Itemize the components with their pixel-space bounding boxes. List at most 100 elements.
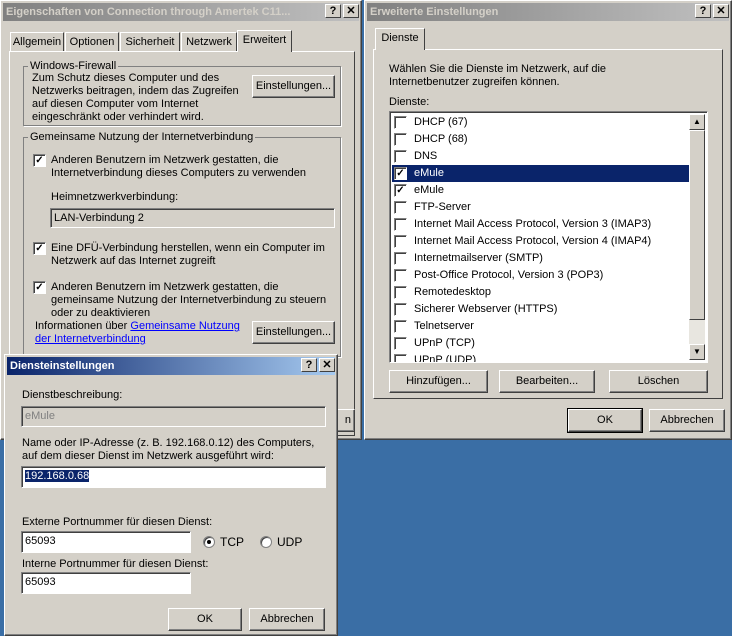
service-checkbox[interactable]: [394, 354, 407, 362]
list-item[interactable]: UPnP (UDP): [392, 352, 689, 363]
host-value: 192.168.0.68: [25, 470, 90, 482]
service-label: DHCP (67): [414, 116, 468, 128]
ics-control-label: Anderen Benutzern im Netzwerk gestatten,…: [51, 281, 327, 319]
service-label: Internet Mail Access Protocol, Version 3…: [414, 218, 652, 230]
host-field[interactable]: 192.168.0.68: [21, 466, 326, 488]
service-label: FTP-Server: [414, 201, 471, 213]
service-checkbox[interactable]: ✓: [394, 184, 407, 197]
list-item[interactable]: DHCP (67): [392, 114, 689, 131]
close-icon[interactable]: ✕: [343, 4, 359, 18]
advanced-cancel-button[interactable]: Abbrechen: [649, 409, 725, 432]
udp-label: UDP: [277, 535, 303, 549]
list-item[interactable]: ✓ eMule: [392, 165, 689, 182]
ics-allow-checkbox[interactable]: ✓: [33, 154, 46, 167]
service-checkbox[interactable]: [394, 235, 407, 248]
scroll-down-icon[interactable]: ▼: [689, 344, 705, 360]
tab-advanced[interactable]: Erweitert: [237, 30, 292, 52]
service-checkbox[interactable]: [394, 320, 407, 333]
list-item[interactable]: Telnetserver: [392, 318, 689, 335]
list-item[interactable]: Internet Mail Access Protocol, Version 3…: [392, 216, 689, 233]
service-label: Telnetserver: [414, 320, 474, 332]
advanced-settings-window: Erweiterte Einstellungen ? ✕ Dienste Wäh…: [364, 0, 732, 440]
ext-port-label: Externe Portnummer für diesen Dienst:: [22, 516, 213, 528]
service-checkbox[interactable]: [394, 269, 407, 282]
services-intro: Wählen Sie die Dienste im Netzwerk, auf …: [389, 63, 607, 88]
service-checkbox[interactable]: [394, 303, 407, 316]
edit-service-button[interactable]: Bearbeiten...: [499, 370, 595, 393]
list-item[interactable]: Post-Office Protocol, Version 3 (POP3): [392, 267, 689, 284]
help-icon[interactable]: ?: [301, 358, 317, 372]
dialup-label: Eine DFÜ-Verbindung herstellen, wenn ein…: [51, 242, 325, 267]
udp-radio[interactable]: [260, 536, 272, 548]
home-network-label: Heimnetzwerkverbindung:: [51, 191, 179, 203]
service-desc-field[interactable]: eMule: [21, 406, 326, 427]
properties-title: Eigenschaften von Connection through Ame…: [6, 6, 291, 18]
service-label: UPnP (TCP): [414, 337, 475, 349]
service-desc-label: Dienstbeschreibung:: [22, 389, 123, 401]
firewall-group-label: Windows-Firewall: [28, 60, 119, 72]
tcp-radio[interactable]: [203, 536, 215, 548]
service-checkbox[interactable]: [394, 252, 407, 265]
list-item[interactable]: DNS: [392, 148, 689, 165]
tab-security[interactable]: Sicherheit: [120, 32, 180, 51]
close-icon[interactable]: ✕: [319, 358, 335, 372]
service-label: Post-Office Protocol, Version 3 (POP3): [414, 269, 604, 281]
ics-allow-label: Anderen Benutzern im Netzwerk gestatten,…: [51, 154, 306, 179]
list-item[interactable]: Internetmailserver (SMTP): [392, 250, 689, 267]
help-icon[interactable]: ?: [325, 4, 341, 18]
service-checkbox[interactable]: [394, 133, 407, 146]
add-service-button[interactable]: Hinzufügen...: [389, 370, 488, 393]
tcp-label: TCP: [220, 535, 244, 549]
advanced-titlebar[interactable]: Erweiterte Einstellungen: [367, 3, 729, 21]
list-item[interactable]: UPnP (TCP): [392, 335, 689, 352]
scroll-thumb[interactable]: [689, 130, 705, 320]
services-scrollbar[interactable]: ▲ ▼: [689, 114, 705, 360]
delete-service-button[interactable]: Löschen: [609, 370, 708, 393]
ext-port-field[interactable]: 65093: [21, 531, 191, 553]
service-label: DNS: [414, 150, 438, 162]
service-ok-button[interactable]: OK: [168, 608, 242, 631]
list-item[interactable]: ✓ eMule: [392, 182, 689, 199]
ics-control-checkbox[interactable]: ✓: [33, 281, 46, 294]
service-label: Internet Mail Access Protocol, Version 4…: [414, 235, 652, 247]
service-checkbox[interactable]: [394, 201, 407, 214]
int-port-label: Interne Portnummer für diesen Dienst:: [22, 558, 209, 570]
service-cancel-button[interactable]: Abbrechen: [249, 608, 325, 631]
services-list[interactable]: DHCP (67) DHCP (68) DNS ✓ eMule ✓ eMule FTP-Ser…: [389, 111, 708, 363]
help-icon[interactable]: ?: [695, 4, 711, 18]
close-icon[interactable]: ✕: [713, 4, 729, 18]
service-checkbox[interactable]: [394, 286, 407, 299]
service-checkbox[interactable]: [394, 150, 407, 163]
int-port-field[interactable]: 65093: [21, 572, 191, 594]
dialup-checkbox[interactable]: ✓: [33, 242, 46, 255]
service-label: Remotedesktop: [414, 286, 492, 298]
tab-options[interactable]: Optionen: [65, 32, 119, 51]
host-label: Name oder IP-Adresse (z. B. 192.168.0.12…: [22, 437, 315, 462]
home-network-field[interactable]: LAN-Verbindung 2: [50, 208, 335, 228]
ics-info-text: Informationen über Gemeinsame Nutzung de…: [35, 320, 240, 346]
service-settings-titlebar[interactable]: Diensteinstellungen: [7, 357, 335, 375]
service-checkbox[interactable]: [394, 337, 407, 350]
advanced-title: Erweiterte Einstellungen: [370, 6, 499, 18]
list-item[interactable]: FTP-Server: [392, 199, 689, 216]
tab-network[interactable]: Netzwerk: [181, 32, 237, 51]
tab-general[interactable]: Allgemein: [10, 32, 64, 51]
service-checkbox[interactable]: [394, 218, 407, 231]
service-settings-title: Diensteinstellungen: [10, 360, 115, 372]
properties-titlebar[interactable]: Eigenschaften von Connection through Ame…: [3, 3, 359, 21]
list-item[interactable]: Sicherer Webserver (HTTPS): [392, 301, 689, 318]
list-item[interactable]: Remotedesktop: [392, 284, 689, 301]
list-item[interactable]: DHCP (68): [392, 131, 689, 148]
ics-settings-button[interactable]: Einstellungen...: [252, 321, 335, 344]
tab-services[interactable]: Dienste: [375, 28, 425, 50]
ics-group-label: Gemeinsame Nutzung der Internetverbindun…: [28, 131, 256, 143]
service-checkbox[interactable]: [394, 116, 407, 129]
advanced-ok-button[interactable]: OK: [567, 408, 643, 433]
service-checkbox[interactable]: ✓: [394, 167, 407, 180]
scroll-up-icon[interactable]: ▲: [689, 114, 705, 130]
service-label: eMule: [414, 184, 444, 196]
list-item[interactable]: Internet Mail Access Protocol, Version 4…: [392, 233, 689, 250]
firewall-settings-button[interactable]: Einstellungen...: [252, 75, 335, 98]
services-label: Dienste:: [389, 96, 430, 108]
service-label: UPnP (UDP): [414, 354, 477, 363]
